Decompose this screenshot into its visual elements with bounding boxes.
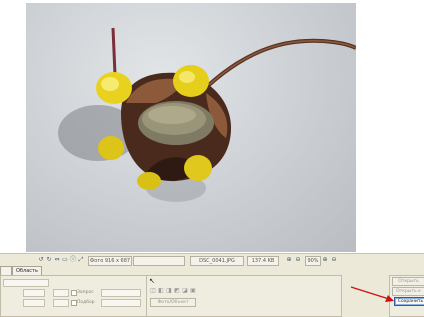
tool-icon-2[interactable]: ◧ (158, 288, 164, 294)
pointer-icon[interactable]: ↖ (149, 277, 155, 285)
zoom-out-icon[interactable]: ⊖ (295, 257, 301, 263)
area-input-5[interactable] (53, 299, 69, 307)
match-label: Подбор (77, 300, 95, 305)
tool-icon-5[interactable]: ◪ (182, 288, 188, 294)
tab-area[interactable]: Область (12, 266, 42, 275)
open-button[interactable]: Открыть (392, 277, 424, 286)
flip-icon[interactable]: ⇔ (54, 257, 60, 263)
request-label: Запрос (77, 290, 94, 295)
file-actions-group: Открыть Открыть к Сохранить (389, 275, 424, 317)
crop-icon[interactable]: ▭ (62, 257, 68, 263)
rotate-left-icon[interactable]: ↺ (38, 257, 44, 263)
area-input-3[interactable] (23, 299, 45, 307)
zoom-fit-icon[interactable]: ⊕ (322, 257, 328, 263)
zoom-actual-icon[interactable]: ⊖ (331, 257, 337, 263)
tool-icon-1[interactable]: ◫ (150, 288, 156, 294)
tool-icon-4[interactable]: ◩ (174, 288, 180, 294)
image-viewer (0, 0, 424, 253)
file-size-field: 137.4 KB (247, 256, 279, 266)
save-button[interactable]: Сохранить (394, 297, 424, 306)
zoom-in-icon[interactable]: ⊕ (286, 257, 292, 263)
status-bar: ↺ ↻ ⇔ ▭ ⓘ ⤢ Фото 916 x 687 DSC_0041.JPG … (0, 253, 424, 267)
tool-icon-6[interactable]: ▣ (190, 288, 196, 294)
zoom-level: 90% (305, 256, 321, 266)
area-input-2[interactable] (23, 289, 45, 297)
match-select[interactable] (101, 299, 141, 307)
info-icon[interactable]: ⓘ (70, 257, 76, 263)
status-spacer (133, 256, 185, 266)
rotate-right-icon[interactable]: ↻ (46, 257, 52, 263)
settings-panel: Область Запрос Подбор ↖ ◫ ◧ ◨ ◩ ◪ ▣ Фото… (0, 266, 424, 317)
tab-first[interactable] (0, 266, 12, 275)
area-input-1[interactable] (3, 279, 49, 287)
area-settings-group: Запрос Подбор (0, 275, 147, 317)
open-as-button[interactable]: Открыть к (392, 287, 424, 296)
photo-object-button[interactable]: Фото/Объект (150, 298, 196, 307)
tool-icon-3[interactable]: ◨ (166, 288, 172, 294)
area-input-4[interactable] (53, 289, 69, 297)
filename-field: DSC_0041.JPG (190, 256, 244, 266)
object-tools-group: ↖ ◫ ◧ ◨ ◩ ◪ ▣ Фото/Объект (146, 275, 342, 317)
flower-photo (26, 3, 356, 252)
photo-dimensions: Фото 916 x 687 (88, 256, 132, 266)
flower-photo-graphic (58, 27, 356, 202)
resize-icon[interactable]: ⤢ (78, 257, 84, 263)
request-select[interactable] (101, 289, 141, 297)
